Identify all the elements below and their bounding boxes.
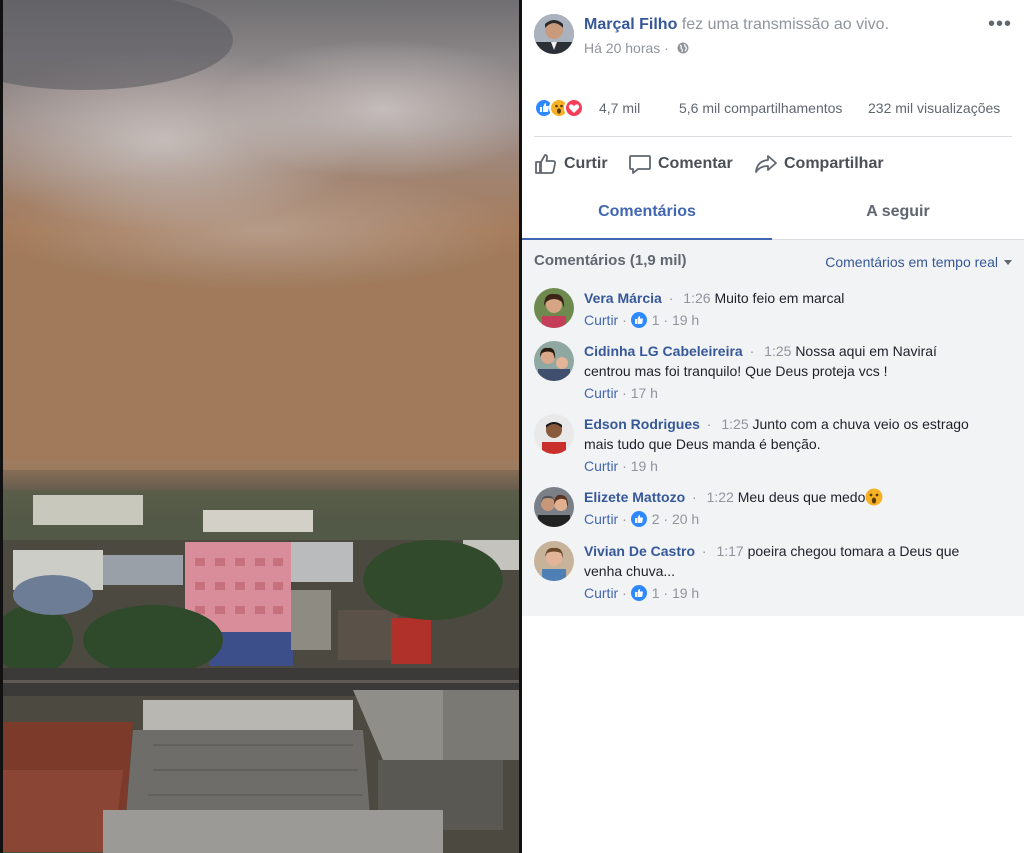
caret-down-icon (1004, 260, 1012, 265)
commenter-avatar[interactable] (534, 414, 574, 454)
comment-age[interactable]: 19 h (631, 458, 658, 474)
live-video-player[interactable] (0, 0, 522, 853)
comment-age[interactable]: 19 h (672, 585, 699, 601)
like-count-icon (630, 312, 647, 328)
author-avatar[interactable] (534, 14, 574, 54)
dot-separator: · (702, 416, 716, 432)
post-side-panel: Marçal Filho fez uma transmissão ao vivo… (522, 0, 1024, 853)
tab-following[interactable]: A seguir (773, 190, 1023, 240)
comment-body: Edson Rodrigues · 1:25 Junto com a chuva… (584, 414, 984, 475)
dot-separator: · (745, 343, 759, 359)
comment-text: Muito feio em marcal (714, 290, 845, 306)
thumbs-up-icon (535, 154, 556, 174)
dust-storm-city-image (3, 0, 519, 853)
share-button-label: Compartilhar (784, 155, 884, 172)
comment-video-time[interactable]: 1:17 (716, 543, 743, 559)
video-frame (3, 0, 519, 853)
comments-filter-label: Comentários em tempo real (825, 254, 998, 270)
comment-text: Meu deus que medo (737, 489, 866, 505)
comment-meta: Curtir · 19 h (584, 457, 984, 475)
post-timestamp-line: Há 20 horas · (584, 40, 689, 56)
comment-author[interactable]: Elizete Mattozo (584, 489, 685, 505)
commenter-avatar[interactable] (534, 288, 574, 328)
dot-separator: · (659, 312, 672, 328)
shares-count[interactable]: 5,6 mil compartilhamentos (679, 100, 842, 116)
dot-separator: · (659, 585, 672, 601)
comment-button[interactable]: Comentar (628, 148, 733, 180)
comment-button-label: Comentar (658, 155, 733, 172)
post-timestamp[interactable]: Há 20 horas (584, 40, 660, 56)
comment-author[interactable]: Cidinha LG Cabeleireira (584, 343, 743, 359)
comment-body: Cidinha LG Cabeleireira · 1:25 Nossa aqu… (584, 341, 984, 402)
comment-like-link[interactable]: Curtir (584, 585, 618, 601)
comment-meta: Curtir · 1 · 19 h (584, 584, 984, 602)
comment-video-time[interactable]: 1:25 (721, 416, 748, 432)
dot-separator: · (618, 585, 631, 601)
comment-body: Vivian De Castro · 1:17 poeira chegou to… (584, 541, 984, 602)
dot-separator: · (664, 290, 678, 306)
reactions-count[interactable]: 4,7 mil (599, 100, 640, 116)
share-icon (755, 155, 777, 173)
more-options-icon[interactable]: ••• (988, 14, 1012, 34)
comment-age[interactable]: 17 h (631, 385, 658, 401)
comments-filter-dropdown[interactable]: Comentários em tempo real (825, 254, 1012, 270)
comment-like-link[interactable]: Curtir (584, 458, 618, 474)
comment-body: Vera Márcia · 1:26 Muito feio em marcal … (584, 288, 984, 329)
comments-count: Comentários (1,9 mil) (534, 252, 687, 269)
comment-icon (629, 155, 651, 174)
views-count: 232 mil visualizações (868, 100, 1001, 116)
post-actions-bar: Curtir Comentar Compartilhar (534, 148, 1012, 182)
dot-separator: · (688, 489, 701, 505)
comment-meta: Curtir · 1 · 19 h (584, 311, 984, 329)
love-icon (564, 98, 584, 118)
like-button-label: Curtir (564, 155, 608, 172)
like-button[interactable]: Curtir (534, 148, 608, 180)
comment-like-link[interactable]: Curtir (584, 511, 618, 527)
dot-separator: · (618, 385, 631, 401)
post-header: Marçal Filho fez uma transmissão ao vivo… (534, 12, 1012, 62)
dot-separator: · (618, 511, 631, 527)
comments-header: Comentários (1,9 mil) Comentários em tem… (534, 252, 1012, 272)
comment-author[interactable]: Vera Márcia (584, 290, 662, 306)
comment-video-time[interactable]: 1:25 (764, 343, 791, 359)
globe-icon (677, 42, 689, 54)
like-count-icon (630, 585, 647, 601)
author-name[interactable]: Marçal Filho (584, 16, 677, 33)
comment-like-link[interactable]: Curtir (584, 385, 618, 401)
comment-like-link[interactable]: Curtir (584, 312, 618, 328)
dot-separator: · (664, 40, 673, 56)
dot-separator: · (659, 511, 672, 527)
comment-meta: Curtir · 17 h (584, 384, 984, 402)
commenter-avatar[interactable] (534, 487, 574, 527)
commenter-avatar[interactable] (534, 541, 574, 581)
comment-video-time[interactable]: 1:26 (683, 290, 710, 306)
wow-emoji-icon (865, 488, 883, 506)
comment-body: Elizete Mattozo · 1:22 Meu deus que medo… (584, 487, 984, 528)
divider (534, 136, 1012, 137)
author-line: Marçal Filho fez uma transmissão ao vivo… (584, 16, 889, 34)
panel-tabs: Comentários A seguir (522, 190, 1024, 240)
comment-meta: Curtir · 2 · 20 h (584, 510, 984, 528)
comment-author[interactable]: Vivian De Castro (584, 543, 695, 559)
dot-separator: · (698, 543, 711, 559)
share-button[interactable]: Compartilhar (754, 148, 884, 180)
tab-comments[interactable]: Comentários (522, 190, 772, 240)
like-count-icon (630, 511, 647, 527)
comment-video-time[interactable]: 1:22 (707, 489, 734, 505)
commenter-avatar[interactable] (534, 341, 574, 381)
post-action-text: fez uma transmissão ao vivo. (681, 16, 890, 33)
comment-age[interactable]: 19 h (672, 312, 699, 328)
dot-separator: · (618, 312, 631, 328)
comment-author[interactable]: Edson Rodrigues (584, 416, 700, 432)
reaction-icons[interactable] (534, 98, 598, 120)
dot-separator: · (618, 458, 631, 474)
comment-age[interactable]: 20 h (672, 511, 699, 527)
comments-section: Comentários (1,9 mil) Comentários em tem… (522, 240, 1024, 616)
post-stats: 4,7 mil 5,6 mil compartilhamentos 232 mi… (534, 94, 1012, 124)
